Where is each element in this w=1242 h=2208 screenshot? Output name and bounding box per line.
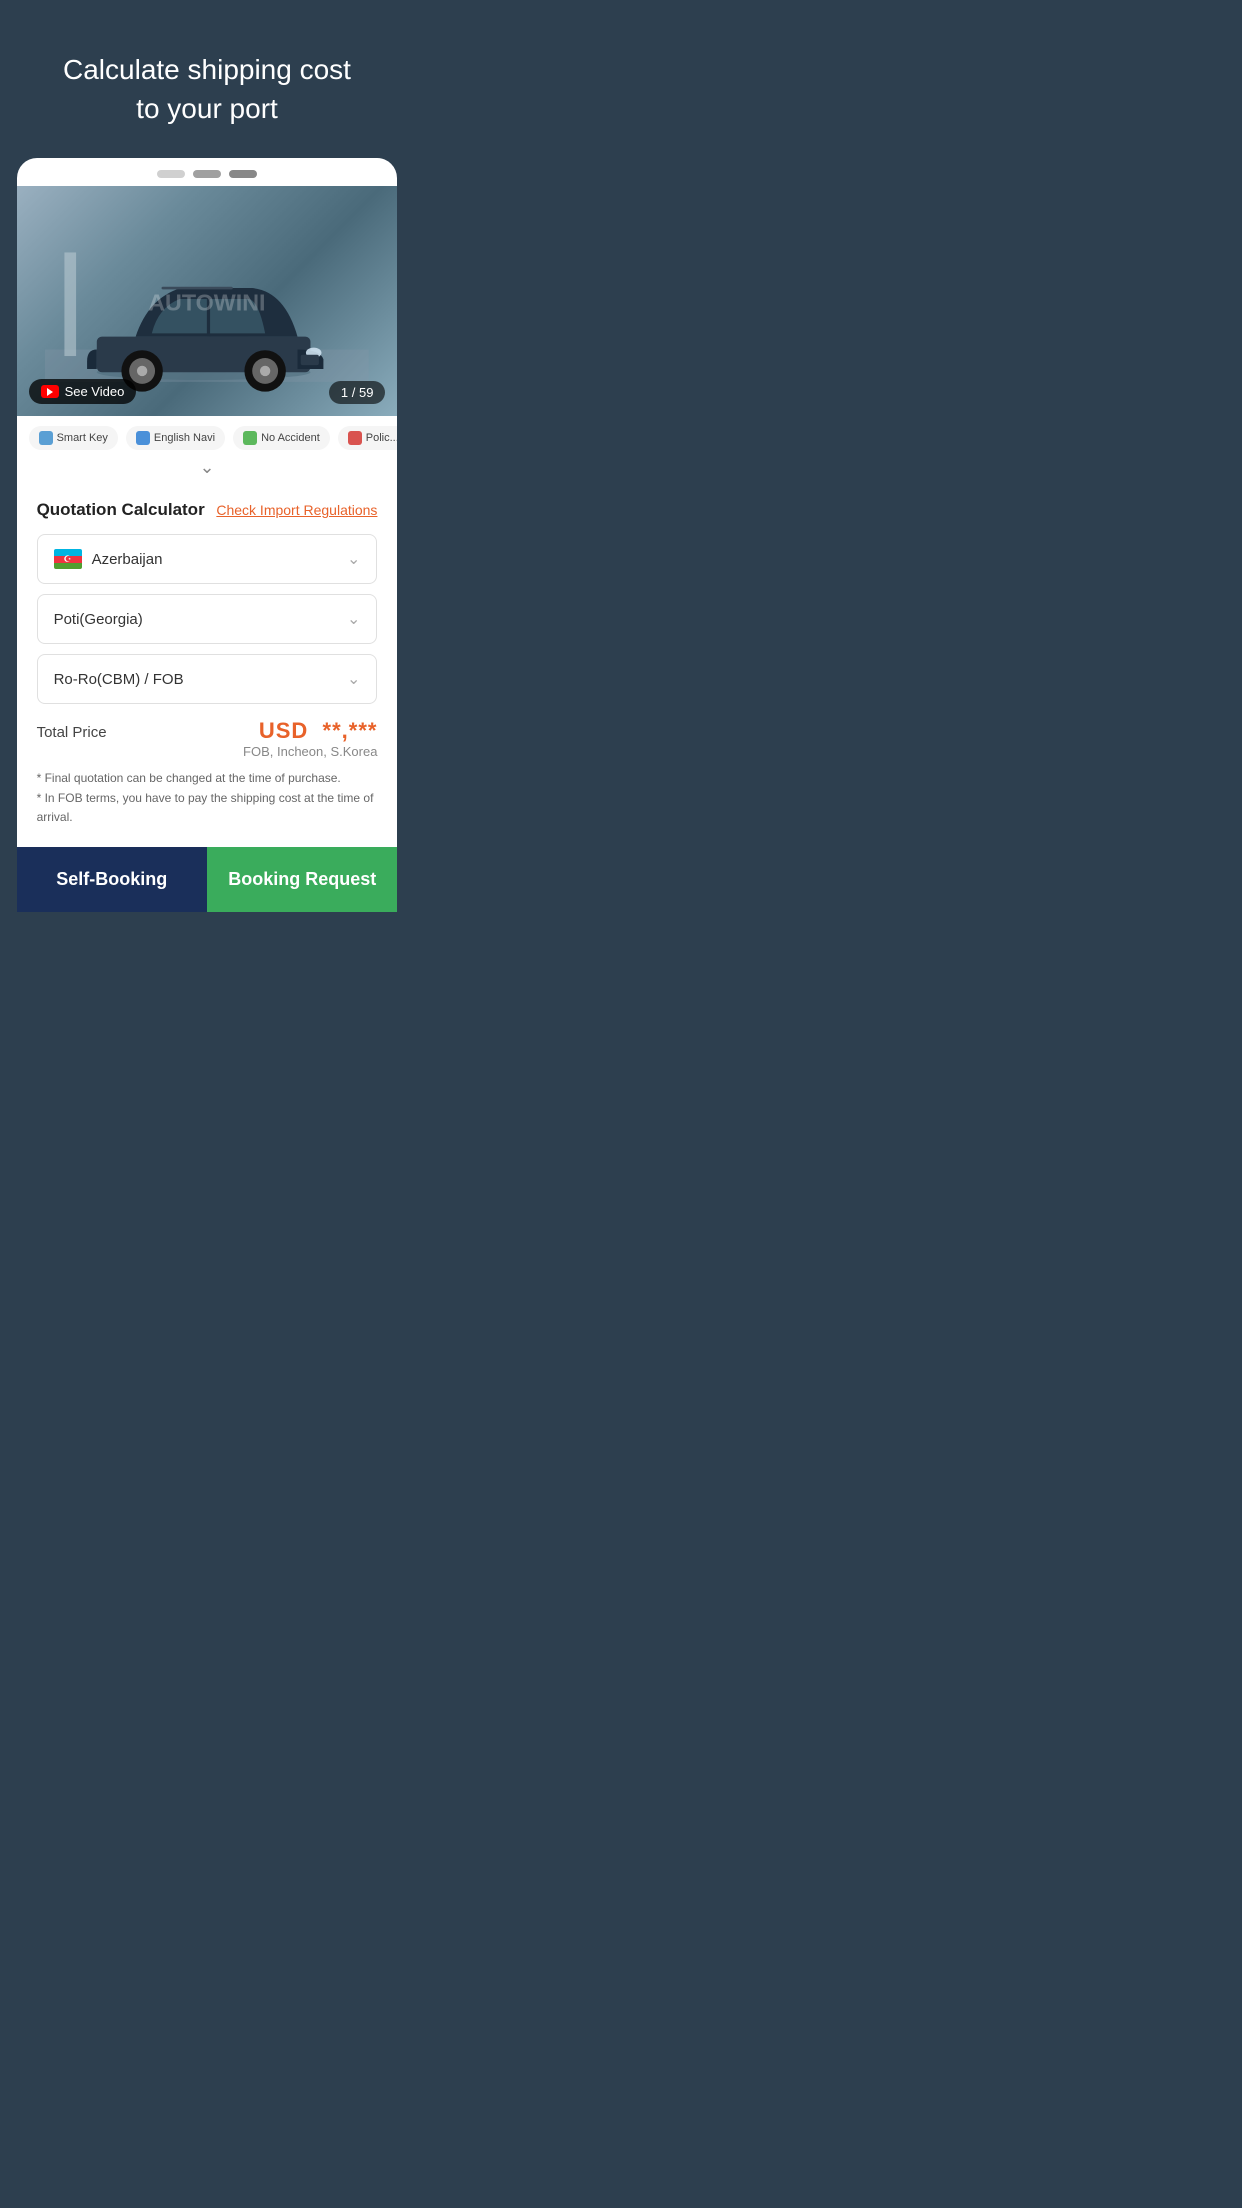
port-dropdown[interactable]: Poti(Georgia) ⌄ (37, 594, 378, 644)
car-svg: AUTOWINI (45, 209, 369, 393)
disclaimer-line1: * Final quotation can be changed at the … (37, 769, 378, 788)
dot-2 (193, 170, 221, 178)
disclaimer: * Final quotation can be changed at the … (37, 769, 378, 827)
see-video-label: See Video (65, 384, 125, 399)
calculator-section: Quotation Calculator Check Import Regula… (17, 484, 398, 847)
image-dots (17, 158, 398, 186)
no-accident-icon (243, 431, 257, 445)
feature-no-accident: No Accident (233, 426, 330, 450)
calc-title: Quotation Calculator (37, 500, 205, 520)
check-import-regulations-link[interactable]: Check Import Regulations (216, 502, 377, 518)
price-amount: USD **,*** (243, 718, 377, 744)
card-container: AUTOWINI See Video 1 / 59 Smart Key Engl… (17, 158, 398, 912)
country-chevron-icon: ⌄ (347, 549, 360, 569)
header-section: Calculate shipping costto your port (0, 0, 414, 158)
port-chevron-icon: ⌄ (347, 609, 360, 629)
polic-icon (348, 431, 362, 445)
dot-3 (229, 170, 257, 178)
smart-key-icon (39, 431, 53, 445)
svg-text:AUTOWINI: AUTOWINI (148, 290, 265, 316)
price-asterisks: **,*** (323, 718, 378, 743)
shipping-dropdown[interactable]: Ro-Ro(CBM) / FOB ⌄ (37, 654, 378, 704)
feature-polic: Polic... (338, 426, 398, 450)
dot-1 (157, 170, 185, 178)
shipping-chevron-icon: ⌄ (347, 669, 360, 689)
port-select-left: Poti(Georgia) (54, 611, 143, 628)
country-select-left: ☪ Azerbaijan (54, 549, 163, 569)
total-price-label: Total Price (37, 724, 107, 741)
shipping-select-left: Ro-Ro(CBM) / FOB (54, 671, 184, 688)
country-dropdown[interactable]: ☪ Azerbaijan ⌄ (37, 534, 378, 584)
disclaimer-line2: * In FOB terms, you have to pay the ship… (37, 789, 378, 827)
calc-header: Quotation Calculator Check Import Regula… (37, 500, 378, 520)
expand-features-row[interactable]: ⌄ (17, 454, 398, 484)
image-counter: 1 / 59 (329, 381, 386, 404)
shipping-label: Ro-Ro(CBM) / FOB (54, 671, 184, 688)
see-video-button[interactable]: See Video (29, 379, 137, 404)
page-title: Calculate shipping costto your port (30, 50, 384, 128)
booking-request-button[interactable]: Booking Request (207, 847, 397, 912)
feature-english-navi: English Navi (126, 426, 225, 450)
price-note: FOB, Incheon, S.Korea (243, 744, 377, 759)
youtube-icon (41, 385, 59, 398)
self-booking-button[interactable]: Self-Booking (17, 847, 207, 912)
total-price-row: Total Price USD **,*** FOB, Incheon, S.K… (37, 718, 378, 759)
total-price-value: USD **,*** FOB, Incheon, S.Korea (243, 718, 377, 759)
car-image: AUTOWINI See Video 1 / 59 (17, 186, 398, 416)
country-label: Azerbaijan (92, 551, 163, 568)
english-navi-icon (136, 431, 150, 445)
port-label: Poti(Georgia) (54, 611, 143, 628)
features-row: Smart Key English Navi No Accident Polic… (17, 416, 398, 454)
bottom-buttons: Self-Booking Booking Request (17, 847, 398, 912)
chevron-down-icon: ⌄ (199, 458, 214, 476)
feature-smart-key: Smart Key (29, 426, 118, 450)
azerbaijan-flag-icon: ☪ (54, 549, 82, 569)
